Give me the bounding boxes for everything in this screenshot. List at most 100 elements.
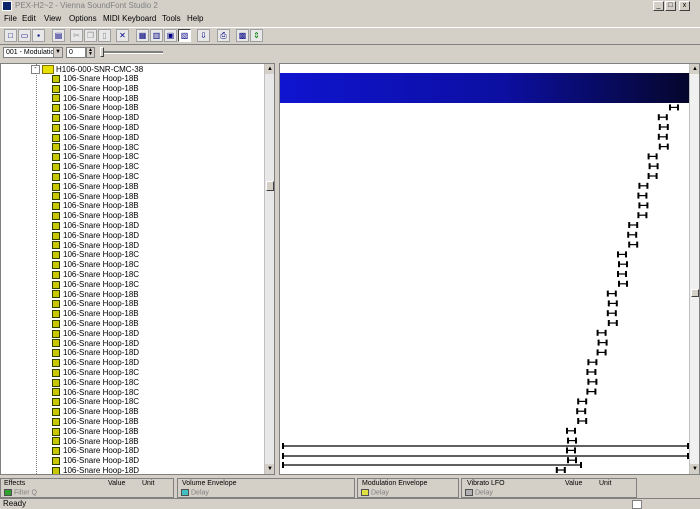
tree-item[interactable]: 106-Snare Hoop-18C <box>52 250 139 260</box>
tree-item[interactable]: 106-Snare Hoop-18C <box>52 143 139 153</box>
key-range-bar[interactable] <box>607 300 618 307</box>
key-range-bar[interactable] <box>606 310 617 317</box>
tree-item[interactable]: 106-Snare Hoop-18C <box>52 162 139 172</box>
maximize-button[interactable]: □ <box>665 1 676 11</box>
close-button[interactable]: x <box>679 1 690 11</box>
chart-icon[interactable]: ▥ <box>150 29 163 42</box>
key-range-bar[interactable] <box>606 290 617 297</box>
view-icon[interactable]: ▤ <box>52 29 65 42</box>
scroll-down-icon[interactable]: ▼ <box>690 464 699 474</box>
tree-item[interactable]: 106-Snare Hoop-18D <box>52 133 139 143</box>
controller-slider-track[interactable] <box>103 51 163 54</box>
tree-item[interactable]: 106-Snare Hoop-18B <box>52 201 139 211</box>
tree-item[interactable]: 106-Snare Hoop-18B <box>52 407 139 417</box>
key-range-view[interactable]: ▲ ▼ <box>279 63 700 475</box>
key-range-bar[interactable] <box>638 202 649 209</box>
vibrato-lfo-row[interactable]: Delay <box>465 489 493 497</box>
tree-item[interactable]: 106-Snare Hoop-18C <box>52 152 139 162</box>
tree-item[interactable]: 106-Snare Hoop-18D <box>52 241 139 251</box>
minimize-button[interactable]: _ <box>653 1 664 11</box>
key-range-bar-full[interactable] <box>282 443 689 449</box>
menu-file[interactable]: File <box>4 14 17 23</box>
key-range-bar[interactable] <box>658 124 669 130</box>
scroll-up-icon[interactable]: ▲ <box>690 64 699 74</box>
key-range-bar[interactable] <box>586 369 597 375</box>
tree-item[interactable]: 106-Snare Hoop-18D <box>52 456 139 466</box>
chevron-down-icon[interactable]: ▼ <box>53 48 62 57</box>
tree-item[interactable]: 106-Snare Hoop-18B <box>52 290 139 300</box>
instrument-tree[interactable]: - H106-000-SNR-CMC-38 106-Snare Hoop-18B 1… <box>0 63 275 475</box>
volume-envelope-row[interactable]: Delay <box>181 489 209 497</box>
tree-item[interactable]: 106-Snare Hoop-18D <box>52 446 139 456</box>
tree-scroll-thumb[interactable] <box>266 181 274 191</box>
tree-item[interactable]: 106-Snare Hoop-18C <box>52 368 139 378</box>
tree-item[interactable]: 106-Snare Hoop-18B <box>52 309 139 319</box>
tree-item[interactable]: 106-Snare Hoop-18B <box>52 84 139 94</box>
key-range-bar[interactable] <box>638 182 649 189</box>
collapse-icon[interactable]: - <box>31 65 40 75</box>
paste-icon[interactable]: ▯ <box>98 29 111 42</box>
tree-item[interactable]: 106-Snare Hoop-18B <box>52 94 139 104</box>
tree-item[interactable]: 106-Snare Hoop-18C <box>52 172 139 182</box>
tree-item[interactable]: 106-Snare Hoop-18D <box>52 339 139 349</box>
key-range-bar[interactable] <box>596 349 607 356</box>
key-range-bar[interactable] <box>627 231 638 238</box>
key-range-bar[interactable] <box>587 359 598 366</box>
tree-root-node[interactable]: - H106-000-SNR-CMC-38 <box>31 65 143 75</box>
key-range-bar[interactable] <box>669 104 679 111</box>
tree-item[interactable]: 106-Snare Hoop-18D <box>52 113 139 123</box>
key-range-bar[interactable] <box>647 153 658 160</box>
keyrange-scroll-thumb[interactable] <box>691 289 699 297</box>
tree-item[interactable]: 106-Snare Hoop-18C <box>52 280 139 290</box>
key-range-bar[interactable] <box>577 398 588 405</box>
controller-value-input[interactable]: 0 <box>66 47 86 58</box>
key-range-bar[interactable] <box>576 408 587 415</box>
delete-icon[interactable]: ✕ <box>116 29 129 42</box>
key-range-bar[interactable] <box>617 251 627 258</box>
tree-item[interactable]: 106-Snare Hoop-18B <box>52 192 139 202</box>
key-range-bar[interactable] <box>658 143 669 150</box>
menu-midi-keyboard[interactable]: MIDI Keyboard <box>103 14 156 23</box>
tree-item[interactable]: 106-Snare Hoop-18B <box>52 417 139 427</box>
tree-item[interactable]: 106-Snare Hoop-18B <box>52 437 139 447</box>
copy-icon[interactable]: ❐ <box>84 29 97 42</box>
tree-item[interactable]: 106-Snare Hoop-18B <box>52 103 139 113</box>
properties-icon[interactable]: ▦ <box>136 29 149 42</box>
menu-tools[interactable]: Tools <box>162 14 181 23</box>
tree-item[interactable]: 106-Snare Hoop-18D <box>52 466 139 474</box>
key-range-bar[interactable] <box>607 320 618 326</box>
modulator-select[interactable]: 001 - Modulation ▼ <box>3 47 63 58</box>
tree-item[interactable]: 106-Snare Hoop-18B <box>52 211 139 221</box>
tree-item[interactable]: 106-Snare Hoop-18B <box>52 182 139 192</box>
keyrange-icon[interactable]: ▧ <box>178 29 191 42</box>
split-icon[interactable]: ▣ <box>164 29 177 42</box>
key-range-bar[interactable] <box>566 447 576 454</box>
tree-item[interactable]: 106-Snare Hoop-18C <box>52 378 139 388</box>
key-range-bar[interactable] <box>577 418 588 424</box>
value-spinner[interactable]: ▲ ▼ <box>86 47 95 58</box>
import-icon[interactable]: ⇩ <box>197 29 210 42</box>
tree-item[interactable]: 106-Snare Hoop-18D <box>52 231 139 241</box>
scroll-down-icon[interactable]: ▼ <box>265 464 274 474</box>
key-range-bar[interactable] <box>587 378 598 385</box>
tree-item[interactable]: 106-Snare Hoop-18D <box>52 123 139 133</box>
tree-item[interactable]: 106-Snare Hoop-18B <box>52 299 139 309</box>
key-range-bar[interactable] <box>617 271 627 277</box>
scroll-up-icon[interactable]: ▲ <box>265 64 274 74</box>
effects-row[interactable]: Filter Q <box>4 489 37 497</box>
tree-item[interactable]: 106-Snare Hoop-18D <box>52 329 139 339</box>
tree-item[interactable]: 106-Snare Hoop-18B <box>52 427 139 437</box>
key-range-bar[interactable] <box>648 163 659 170</box>
key-range-bar[interactable] <box>647 173 658 179</box>
key-range-bar[interactable] <box>566 427 576 434</box>
key-range-bar[interactable] <box>637 212 648 219</box>
key-range-bar[interactable] <box>628 241 639 248</box>
volume-slider[interactable] <box>652 500 676 508</box>
tree-scrollbar[interactable]: ▲ ▼ <box>264 64 274 474</box>
key-range-bar[interactable] <box>618 261 628 268</box>
new-icon[interactable]: □ <box>4 29 17 42</box>
tree-item[interactable]: 106-Snare Hoop-18D <box>52 358 139 368</box>
keyrange-scrollbar[interactable]: ▲ ▼ <box>689 64 699 474</box>
tree-item[interactable]: 106-Snare Hoop-18C <box>52 260 139 270</box>
modulation-envelope-row[interactable]: Delay <box>361 489 389 497</box>
